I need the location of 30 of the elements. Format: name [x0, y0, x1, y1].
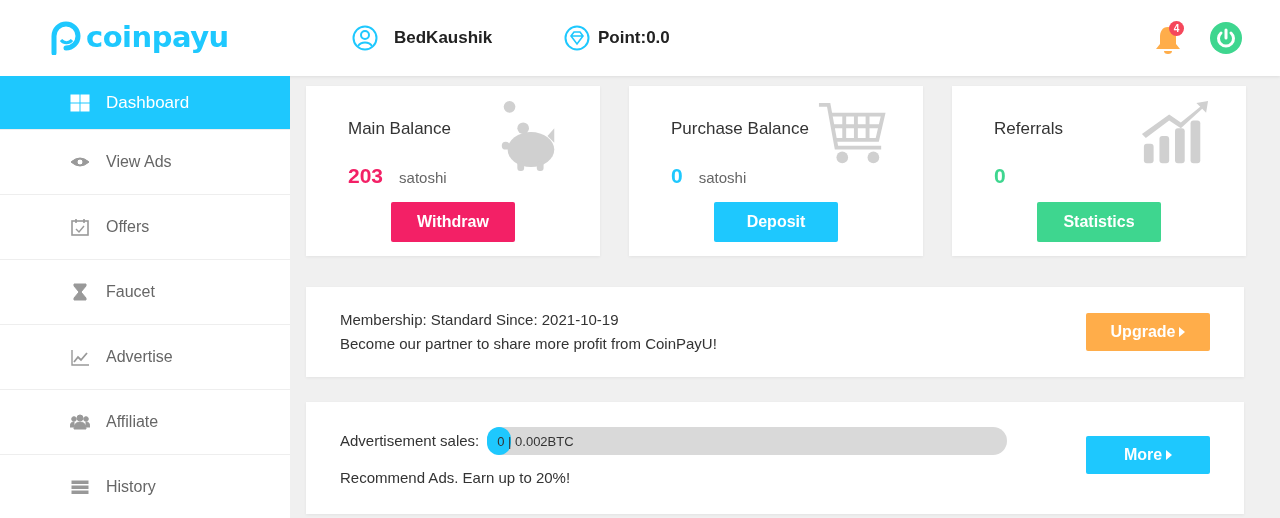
stat-value: 203	[348, 162, 384, 189]
logo-icon	[50, 21, 82, 55]
users-icon	[70, 412, 90, 432]
card-title: Referrals	[994, 118, 1064, 140]
caret-icon	[1179, 327, 1186, 337]
unit-text: satoshi	[698, 167, 747, 188]
points-text: Point:0.0	[598, 27, 670, 50]
membership-text: Membership: Standard Since: 2021-10-19	[340, 310, 620, 330]
line-chart-icon	[70, 347, 90, 367]
logo-text: coinpayu	[86, 19, 229, 57]
notification-button[interactable]: 4	[1154, 21, 1186, 55]
stat-value: 0	[994, 162, 1006, 189]
user-icon	[352, 25, 378, 51]
notification-badge: 4	[1169, 21, 1184, 36]
progress-text: 0 | 0.002BTC	[497, 432, 574, 451]
hourglass-icon	[70, 282, 90, 302]
card-title: Main Balance	[348, 118, 452, 140]
partner-text: Become our partner to share more profit from CoinPayU!	[340, 334, 717, 354]
power-icon[interactable]	[1210, 22, 1242, 54]
stat-value: 0	[671, 162, 683, 189]
recommend-text: Recommend Ads. Earn up to 20%!	[340, 467, 572, 488]
dashboard-icon	[70, 92, 90, 113]
username: BedKaushik	[394, 27, 493, 50]
card-title: Purchase Balance	[671, 118, 810, 140]
unit-text: satoshi	[399, 167, 447, 188]
list-icon	[70, 477, 90, 497]
caret-icon	[1166, 450, 1173, 460]
calendar-icon	[70, 217, 90, 237]
ad-sales-label: Advertisement sales:	[340, 430, 480, 451]
card-button[interactable]: Withdraw	[391, 201, 515, 242]
